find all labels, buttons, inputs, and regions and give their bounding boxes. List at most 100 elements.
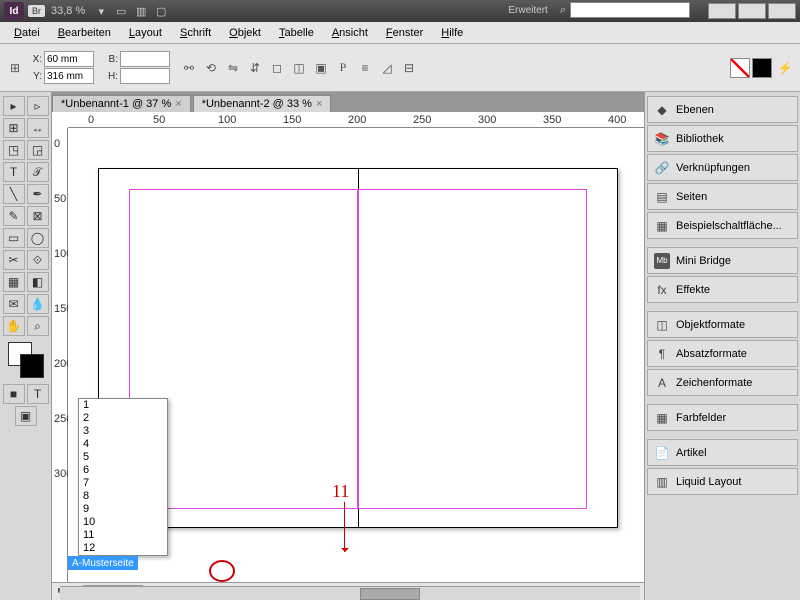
dropdown-icon[interactable]: ▾ — [92, 2, 110, 20]
close-button[interactable]: ✕ — [768, 3, 796, 19]
fill-stroke-control[interactable] — [8, 342, 44, 378]
maximize-button[interactable]: □ — [738, 3, 766, 19]
menu-objekt[interactable]: Objekt — [221, 24, 269, 42]
transform-tool[interactable]: ⟐ — [27, 250, 49, 270]
y-input[interactable] — [44, 68, 94, 84]
bridge-badge[interactable]: Br — [28, 5, 45, 17]
eyedropper-tool[interactable]: 💧 — [27, 294, 49, 314]
panel-liquidlayout[interactable]: ▥Liquid Layout — [647, 468, 798, 495]
ellipse-tool[interactable]: ◯ — [27, 228, 49, 248]
panel-beispielschaltflche[interactable]: ▦Beispielschaltfläche... — [647, 212, 798, 239]
panel-farbfelder[interactable]: ▦Farbfelder — [647, 404, 798, 431]
panel-bibliothek[interactable]: 📚Bibliothek — [647, 125, 798, 152]
pen-tool[interactable]: ✒ — [27, 184, 49, 204]
panel-dock: ◆Ebenen📚Bibliothek🔗Verknüpfungen▤Seiten▦… — [644, 92, 800, 600]
line-tool[interactable]: ╲ — [3, 184, 25, 204]
menu-schrift[interactable]: Schrift — [172, 24, 219, 42]
fill-swatch[interactable] — [730, 58, 750, 78]
flip-v-icon[interactable]: ⇵ — [246, 59, 264, 77]
close-tab-icon[interactable]: × — [316, 98, 322, 110]
w-input[interactable] — [120, 51, 170, 67]
gap-tool[interactable]: ↔ — [27, 118, 49, 138]
direct-selection-tool[interactable]: ▹ — [27, 96, 49, 116]
page-option[interactable]: 4 — [79, 438, 167, 451]
fit-icon[interactable]: ▣ — [312, 59, 330, 77]
rectangle-tool[interactable]: ▭ — [3, 228, 25, 248]
menu-datei[interactable]: Datei — [6, 24, 48, 42]
panel-seiten[interactable]: ▤Seiten — [647, 183, 798, 210]
page-navigator-popup[interactable]: 123456789101112 — [78, 398, 168, 556]
search-input[interactable] — [570, 2, 690, 18]
page-option[interactable]: 1 — [79, 399, 167, 412]
content-placer-tool[interactable]: ◲ — [27, 140, 49, 160]
menu-layout[interactable]: Layout — [121, 24, 170, 42]
menu-bearbeiten[interactable]: Bearbeiten — [50, 24, 119, 42]
gradient-tool[interactable]: ▦ — [3, 272, 25, 292]
page-option[interactable]: 5 — [79, 451, 167, 464]
view-icon[interactable]: ▭ — [112, 2, 130, 20]
panel-artikel[interactable]: 📄Artikel — [647, 439, 798, 466]
panel-verknpfungen[interactable]: 🔗Verknüpfungen — [647, 154, 798, 181]
pencil-tool[interactable]: ✎ — [3, 206, 25, 226]
zoom-display[interactable]: 33,8 % — [51, 5, 85, 17]
menu-hilfe[interactable]: Hilfe — [433, 24, 471, 42]
workspace-selector[interactable]: Erweitert — [508, 5, 547, 16]
panel-effekte[interactable]: fxEffekte — [647, 276, 798, 303]
quick-apply-icon[interactable]: ⚡ — [776, 59, 794, 77]
screen-icon[interactable]: ▢ — [152, 2, 170, 20]
menu-tabelle[interactable]: Tabelle — [271, 24, 322, 42]
type-tool[interactable]: T — [3, 162, 25, 182]
page-tool[interactable]: ⊞ — [3, 118, 25, 138]
horizontal-scrollbar[interactable] — [60, 586, 640, 600]
page-option[interactable]: 11 — [79, 529, 167, 542]
doc-tab-2[interactable]: *Unbenannt-2 @ 33 %× — [193, 95, 332, 112]
panel-zeichenformate[interactable]: AZeichenformate — [647, 369, 798, 396]
x-input[interactable] — [44, 51, 94, 67]
panel-ebenen[interactable]: ◆Ebenen — [647, 96, 798, 123]
zoom-tool[interactable]: ⌕ — [27, 316, 49, 336]
page-option[interactable]: 6 — [79, 464, 167, 477]
p-icon[interactable]: P — [334, 59, 352, 77]
page-option[interactable]: 12 — [79, 542, 167, 555]
selection-tool[interactable]: ▸ — [3, 96, 25, 116]
align-icon[interactable]: ⊟ — [400, 59, 418, 77]
frame-tool[interactable]: ⊠ — [27, 206, 49, 226]
page-option[interactable]: 9 — [79, 503, 167, 516]
panel-minibridge[interactable]: MbMini Bridge — [647, 247, 798, 274]
menu-ansicht[interactable]: Ansicht — [324, 24, 376, 42]
ref-point-icon[interactable]: ⊞ — [6, 59, 24, 77]
apply-none-icon[interactable]: T — [27, 384, 49, 404]
menu-fenster[interactable]: Fenster — [378, 24, 431, 42]
rotate-icon[interactable]: ⟲ — [202, 59, 220, 77]
note-tool[interactable]: ✉ — [3, 294, 25, 314]
page-option[interactable]: 7 — [79, 477, 167, 490]
link-icon[interactable]: ⚯ — [180, 59, 198, 77]
page-option[interactable]: 8 — [79, 490, 167, 503]
page-option[interactable]: 10 — [79, 516, 167, 529]
scissors-tool[interactable]: ✂ — [3, 250, 25, 270]
page-option[interactable]: 2 — [79, 412, 167, 425]
minimize-button[interactable]: — — [708, 3, 736, 19]
arrange-icon[interactable]: ▥ — [132, 2, 150, 20]
stroke-swatch[interactable] — [752, 58, 772, 78]
doc-tab-1[interactable]: *Unbenannt-1 @ 37 %× — [52, 95, 191, 112]
close-tab-icon[interactable]: × — [175, 98, 181, 110]
corner-icon[interactable]: ◿ — [378, 59, 396, 77]
gradient-feather-tool[interactable]: ◧ — [27, 272, 49, 292]
page-option[interactable]: 3 — [79, 425, 167, 438]
panel-absatzformate[interactable]: ¶Absatzformate — [647, 340, 798, 367]
content-tool[interactable]: ◳ — [3, 140, 25, 160]
flip-h-icon[interactable]: ⇋ — [224, 59, 242, 77]
apply-color-icon[interactable]: ■ — [3, 384, 25, 404]
panel-objektformate[interactable]: ◫Objektformate — [647, 311, 798, 338]
hand-tool[interactable]: ✋ — [3, 316, 25, 336]
wrap-icon[interactable]: ≡ — [356, 59, 374, 77]
type-path-tool[interactable]: 𝒯 — [27, 162, 49, 182]
select-container-icon[interactable]: ◻ — [268, 59, 286, 77]
h-input[interactable] — [120, 68, 170, 84]
select-content-icon[interactable]: ◫ — [290, 59, 308, 77]
master-page-selected[interactable]: A-Musterseite — [68, 556, 138, 570]
page-spread[interactable] — [98, 168, 618, 528]
view-mode-normal[interactable]: ▣ — [15, 406, 37, 426]
panel-label: Artikel — [676, 447, 707, 459]
